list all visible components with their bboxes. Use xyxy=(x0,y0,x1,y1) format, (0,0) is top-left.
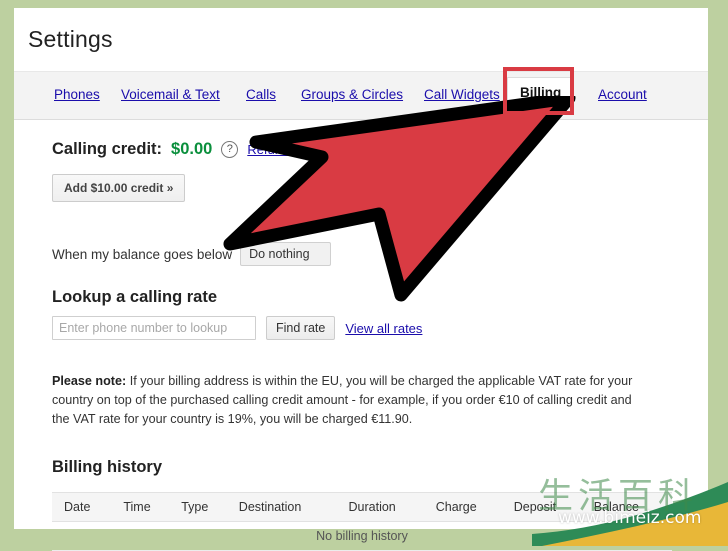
question-mark-icon[interactable]: ? xyxy=(221,141,239,158)
refunds-link[interactable]: Refunds xyxy=(247,142,295,157)
column-header-deposit[interactable]: Deposit xyxy=(507,492,588,522)
low-balance-action-select[interactable]: Do nothing xyxy=(240,242,331,266)
column-header-date[interactable]: Date xyxy=(52,492,118,522)
tab-call-widgets[interactable]: Call Widgets xyxy=(422,83,502,106)
lookup-rate-heading: Lookup a calling rate xyxy=(52,288,218,306)
empty-state-message: No billing history xyxy=(52,521,672,551)
column-header-charge[interactable]: Charge xyxy=(429,492,508,522)
table-header-row: Date Time Type Destination Duration Char… xyxy=(52,492,672,522)
column-header-balance[interactable]: Balance xyxy=(587,492,672,522)
column-header-destination[interactable]: Destination xyxy=(232,492,343,522)
billing-history-table: Date Time Type Destination Duration Char… xyxy=(52,492,672,551)
lookup-rate-row: Find rate View all rates xyxy=(52,316,422,340)
tab-account[interactable]: Account xyxy=(596,83,649,106)
column-header-duration[interactable]: Duration xyxy=(342,492,430,522)
column-header-type[interactable]: Type xyxy=(175,492,233,522)
tab-phones[interactable]: Phones xyxy=(52,83,102,106)
vat-note-text: If your billing address is within the EU… xyxy=(52,374,633,426)
table-empty-row: No billing history xyxy=(52,521,672,551)
calling-credit-label: Calling credit: xyxy=(52,140,163,158)
billing-history-heading: Billing history xyxy=(52,458,163,476)
settings-header: Settings xyxy=(14,8,708,72)
settings-tab-strip: Phones Voicemail & Text Calls Groups & C… xyxy=(14,72,708,120)
billing-content-panel: Calling credit: $0.00 ? Refunds Add $10.… xyxy=(14,120,708,551)
tab-billing[interactable]: Billing xyxy=(507,77,575,108)
page-title: Settings xyxy=(28,26,113,52)
tab-voicemail-text[interactable]: Voicemail & Text xyxy=(119,83,222,106)
find-rate-button[interactable]: Find rate xyxy=(266,316,336,340)
phone-number-lookup-input[interactable] xyxy=(52,316,256,340)
vat-note-paragraph: Please note: If your billing address is … xyxy=(52,372,642,429)
settings-page-card: Settings Phones Voicemail & Text Calls G… xyxy=(14,8,708,551)
calling-credit-row: Calling credit: $0.00 ? Refunds xyxy=(52,140,296,159)
green-page-frame: Settings Phones Voicemail & Text Calls G… xyxy=(0,0,728,551)
calling-credit-amount: $0.00 xyxy=(171,140,213,158)
low-balance-prefix-label: When my balance goes below xyxy=(52,246,233,262)
column-header-time[interactable]: Time xyxy=(117,492,176,522)
add-credit-button[interactable]: Add $10.00 credit » xyxy=(52,174,186,202)
vat-note-label: Please note: xyxy=(52,374,127,388)
tab-calls[interactable]: Calls xyxy=(244,83,278,106)
low-balance-rule-row: When my balance goes below Do nothing xyxy=(52,242,331,266)
view-all-rates-link[interactable]: View all rates xyxy=(345,321,422,336)
tab-groups-circles[interactable]: Groups & Circles xyxy=(299,83,405,106)
